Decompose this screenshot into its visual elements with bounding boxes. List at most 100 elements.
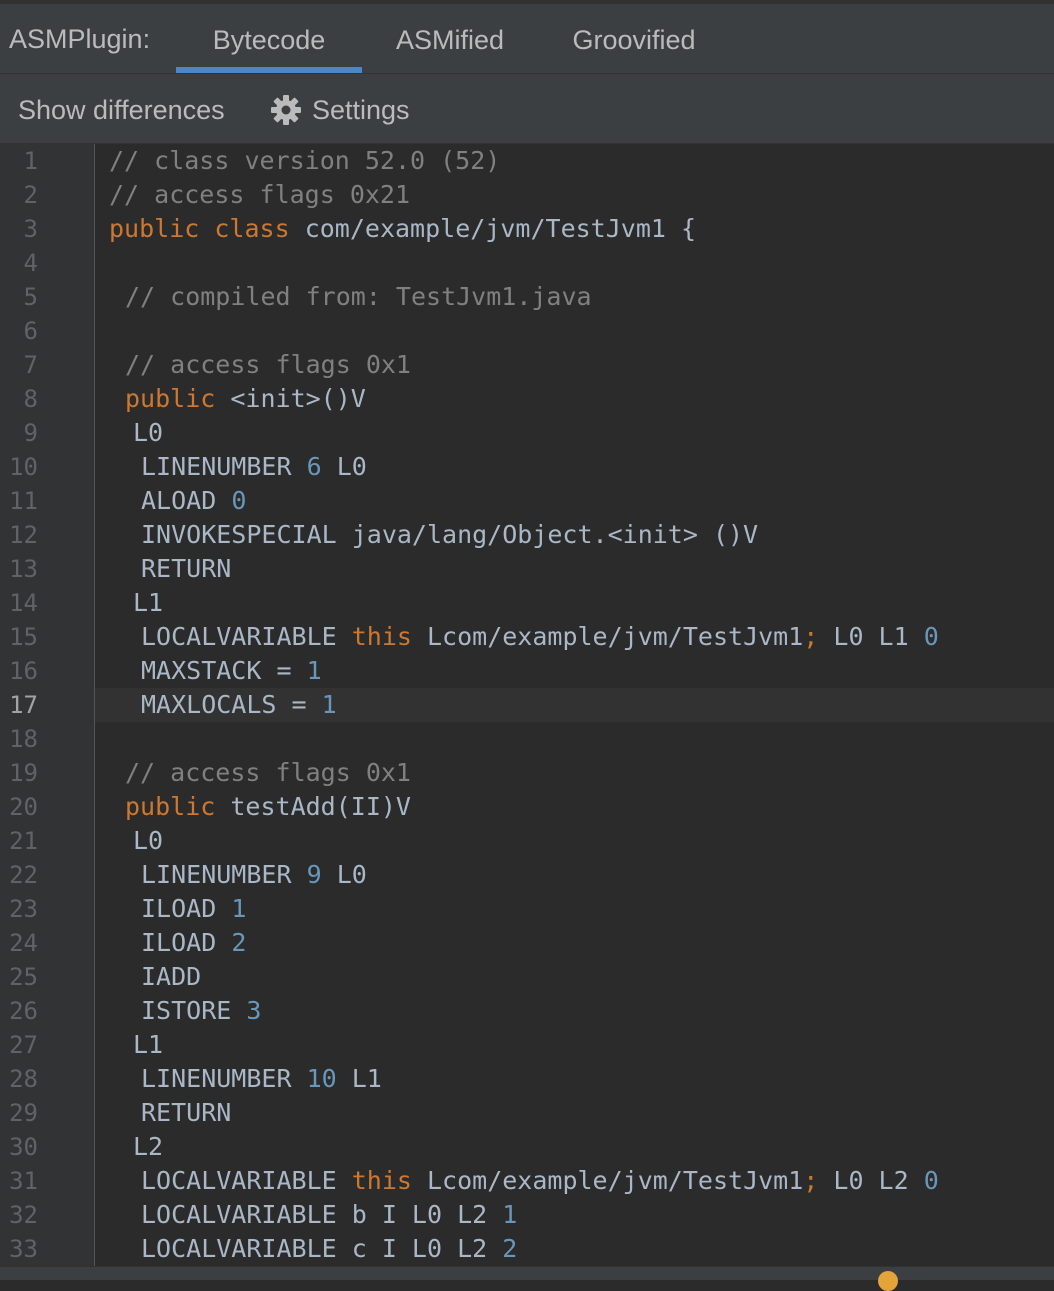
tab-groovified-label: Groovified (572, 25, 696, 55)
code-text: LOCALVARIABLE this Lcom/example/jvm/Test… (109, 620, 939, 654)
code-token: L1 (133, 1030, 164, 1059)
plugin-label: ASMPlugin: (9, 24, 151, 54)
show-differences-label: Show differences (18, 94, 225, 125)
code-line[interactable]: 8 public <init>()V (0, 382, 1054, 416)
toolbar: Show differences Settings (0, 74, 1054, 144)
tab-bytecode[interactable]: Bytecode (176, 18, 362, 73)
code-line[interactable]: 20 public testAdd(II)V (0, 790, 1054, 824)
code-line[interactable]: 5 // compiled from: TestJvm1.java (0, 280, 1054, 314)
code-line[interactable]: 17 MAXLOCALS = 1 (0, 688, 1054, 722)
code-line[interactable]: 27 L1 (0, 1028, 1054, 1062)
code-token: Lcom/example/jvm/TestJvm1 (411, 1166, 804, 1195)
code-token: <init>()V (215, 384, 366, 413)
code-text: ILOAD 2 (109, 926, 246, 960)
settings-label: Settings (312, 94, 410, 125)
line-number: 14 (9, 589, 38, 617)
line-number: 19 (9, 759, 38, 787)
code-line[interactable]: 31 LOCALVARIABLE this Lcom/example/jvm/Te… (0, 1164, 1054, 1198)
code-line[interactable]: 23 ILOAD 1 (0, 892, 1054, 926)
code-text: LINENUMBER 9 L0 (109, 858, 367, 892)
code-token: 1 (502, 1200, 518, 1229)
code-text: ALOAD 0 (109, 484, 246, 518)
code-line[interactable]: 22 LINENUMBER 9 L0 (0, 858, 1054, 892)
code-token: ILOAD (141, 894, 232, 923)
tab-asmified[interactable]: ASMified (380, 18, 520, 73)
code-token: L0 (321, 860, 367, 889)
code-line[interactable]: 4 (0, 246, 1054, 280)
code-token: // compiled from: TestJvm1.java (125, 282, 592, 311)
code-text: L0 (109, 416, 163, 450)
code-line[interactable]: 15 LOCALVARIABLE this Lcom/example/jvm/Te… (0, 620, 1054, 654)
code-text: ILOAD 1 (109, 892, 246, 926)
code-text: // access flags 0x21 (109, 178, 410, 212)
code-line[interactable]: 10 LINENUMBER 6 L0 (0, 450, 1054, 484)
line-number: 16 (9, 657, 38, 685)
code-line[interactable]: 25 IADD (0, 960, 1054, 994)
code-line[interactable]: 6 (0, 314, 1054, 348)
code-line[interactable]: 24 ILOAD 2 (0, 926, 1054, 960)
code-token: L0 L1 (818, 622, 924, 651)
code-line[interactable]: 12 INVOKESPECIAL java/lang/Object.<init> … (0, 518, 1054, 552)
line-number: 21 (9, 827, 38, 855)
code-text: IADD (109, 960, 201, 994)
code-line[interactable]: 14 L1 (0, 586, 1054, 620)
line-number: 30 (9, 1133, 38, 1161)
code-token: ISTORE (141, 996, 247, 1025)
code-text: LOCALVARIABLE this Lcom/example/jvm/Test… (109, 1164, 939, 1198)
code-token: // class version 52.0 (52) (109, 146, 501, 175)
code-line[interactable]: 3 public class com/example/jvm/TestJvm1 { (0, 212, 1054, 246)
code-token: MAXSTACK = (141, 656, 307, 685)
code-line[interactable]: 1 // class version 52.0 (52) (0, 144, 1054, 178)
code-token: this (351, 1166, 412, 1195)
line-number: 32 (9, 1201, 38, 1229)
settings-button[interactable]: Settings (270, 92, 410, 128)
code-token: class (214, 214, 290, 243)
code-text: L0 (109, 824, 163, 858)
code-text: RETURN (109, 552, 231, 586)
code-line[interactable]: 19 // access flags 0x1 (0, 756, 1054, 790)
notification-indicator[interactable] (878, 1271, 898, 1291)
code-line[interactable]: 16 MAXSTACK = 1 (0, 654, 1054, 688)
code-token: com/example/jvm/TestJvm1 { (289, 214, 697, 243)
code-line[interactable]: 33 LOCALVARIABLE c I L0 L2 2 (0, 1232, 1054, 1266)
code-line[interactable]: 18 (0, 722, 1054, 756)
code-text: // access flags 0x1 (109, 348, 411, 382)
code-token: 0 (923, 622, 939, 651)
line-number: 10 (9, 453, 38, 481)
line-number: 17 (9, 691, 38, 719)
code-line[interactable]: 7 // access flags 0x1 (0, 348, 1054, 382)
bytecode-editor[interactable]: 1 // class version 52.0 (52) 2 // access fl… (0, 144, 1054, 1266)
code-token: 0 (231, 486, 247, 515)
line-number: 9 (23, 419, 38, 447)
gear-icon (271, 95, 301, 125)
code-line[interactable]: 29 RETURN (0, 1096, 1054, 1130)
code-line[interactable]: 9 L0 (0, 416, 1054, 450)
code-text: RETURN (109, 1096, 231, 1130)
code-line[interactable]: 26 ISTORE 3 (0, 994, 1054, 1028)
code-text: MAXSTACK = 1 (109, 654, 322, 688)
code-line[interactable]: 21 L0 (0, 824, 1054, 858)
code-line[interactable]: 32 LOCALVARIABLE b I L0 L2 1 (0, 1198, 1054, 1232)
code-line[interactable]: 28 LINENUMBER 10 L1 (0, 1062, 1054, 1096)
code-token: LINENUMBER (141, 452, 307, 481)
code-line[interactable]: 30 L2 (0, 1130, 1054, 1164)
code-token: 9 (306, 860, 322, 889)
code-token: L0 (133, 826, 164, 855)
line-number: 31 (9, 1167, 38, 1195)
code-line[interactable]: 2 // access flags 0x21 (0, 178, 1054, 212)
tabbar-top-border (0, 0, 1054, 4)
code-token: testAdd(II)V (215, 792, 411, 821)
code-token: this (351, 622, 412, 651)
line-number: 23 (9, 895, 38, 923)
code-line[interactable]: 13 RETURN (0, 552, 1054, 586)
code-line[interactable]: 11 ALOAD 0 (0, 484, 1054, 518)
code-token: 2 (231, 928, 247, 957)
line-number: 7 (23, 351, 38, 379)
show-differences-button[interactable]: Show differences (18, 92, 225, 128)
code-token: public (125, 792, 216, 821)
code-text: INVOKESPECIAL java/lang/Object.<init> ()… (109, 518, 758, 552)
tab-groovified[interactable]: Groovified (556, 18, 712, 73)
code-token: RETURN (141, 1098, 232, 1127)
code-token: 2 (502, 1234, 518, 1263)
